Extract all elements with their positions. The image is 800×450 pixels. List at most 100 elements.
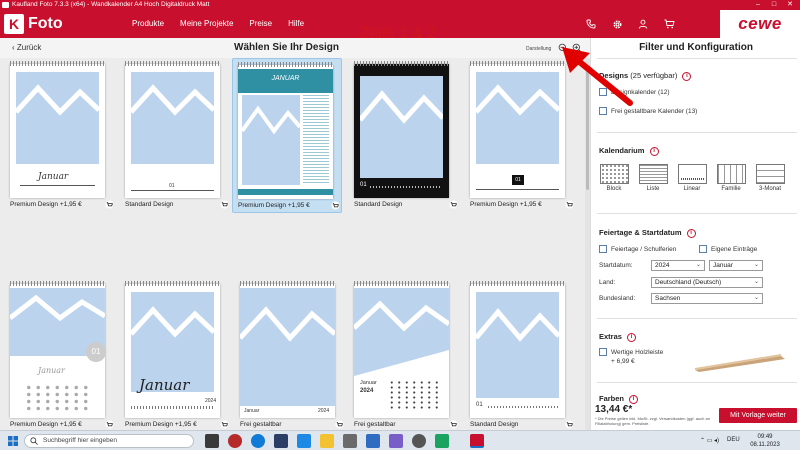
cart-icon[interactable] [663,10,675,38]
zoom-in-icon[interactable] [572,43,582,53]
system-clock[interactable]: 09:49 08.11.2023 [745,433,785,449]
design-thumbnail: Januar 2024 [240,281,335,418]
year-label: 2024 [318,408,330,414]
app-icon[interactable] [435,434,449,448]
checkbox[interactable] [599,348,607,356]
design-card[interactable]: 01 Januar Premium Design +1,95 € [8,280,118,430]
language-indicator[interactable]: DEU [727,437,740,443]
filter-eigene-eintraege[interactable]: Eigene Einträge [699,244,757,254]
app-icon[interactable] [228,434,242,448]
checkbox[interactable] [599,107,607,115]
year-label: 2024 [360,388,374,394]
extras-holzleiste[interactable]: Wertige Holzleiste [599,347,663,357]
brand-logo[interactable]: K Foto [4,13,66,35]
design-card[interactable]: 01 Premium Design +1,95 € [468,60,578,215]
design-card[interactable]: 01 Standard Design [352,60,462,215]
cart-add-icon[interactable] [449,200,458,209]
taskbar-search-input[interactable]: Suchbegriff hier eingeben [24,434,194,448]
design-card-selected[interactable]: JANUAR Premium Design +1,95 € [232,58,342,213]
checkbox[interactable] [599,245,607,253]
extras-heading-text: Extras [599,332,622,341]
cart-add-icon[interactable] [335,420,344,429]
taskview-icon[interactable] [205,434,219,448]
checkbox-label: Feiertage / Schulferien [611,245,677,253]
cart-add-icon[interactable] [220,200,229,209]
gear-icon[interactable] [611,10,623,38]
app-icon[interactable] [297,434,311,448]
start-month-select[interactable]: Januar ⌄ [709,260,763,271]
info-icon[interactable]: i [686,228,696,238]
cart-add-icon[interactable] [565,420,574,429]
land-select[interactable]: Deutschland (Deutsch) ⌄ [651,277,763,288]
info-icon[interactable]: i [629,394,639,404]
filter-frei-gestaltbar[interactable]: Frei gestaltbare Kalender (13) [599,106,697,116]
filter-designkalender[interactable]: Designkalender (12) [599,87,670,97]
bundesland-select[interactable]: Sachsen ⌄ [651,293,763,304]
design-card[interactable]: Januar Premium Design +1,95 € [8,60,118,215]
design-label: Standard Design [354,201,403,208]
calendar-type-3-monat[interactable]: 3-Monat [755,164,785,192]
continue-with-template-button[interactable]: Mit Vorlage weiter [719,408,797,423]
cart-add-icon[interactable] [220,420,229,429]
design-card[interactable]: Januar 2024 Premium Design +1,95 € [123,280,233,430]
filter-feiertage[interactable]: Feiertage / Schulferien [599,244,676,254]
edge-icon[interactable] [251,434,265,448]
list-layout-icon [638,164,668,184]
cart-add-icon[interactable] [105,200,114,209]
month-number: 01 [476,402,483,408]
minimize-button[interactable]: – [752,0,764,10]
design-card[interactable]: 01 Standard Design [468,280,578,430]
windows-start-icon[interactable] [8,436,18,446]
calendar-type-label: Familie [721,186,741,192]
app-icon[interactable] [343,434,357,448]
design-card[interactable]: Januar 2024 Frei gestaltbar [352,280,462,430]
nav-preise[interactable]: Preise [249,10,272,38]
wooden-rail-image [695,354,785,372]
app-icon[interactable] [366,434,380,448]
filter-panel: Filter und Konfiguration Designs (25 ver… [590,38,800,430]
kalendarium-heading: Kalendarium i [599,146,659,156]
maximize-button[interactable]: □ [768,0,780,10]
design-thumbnail: Januar 2024 [354,281,449,418]
user-icon[interactable] [637,10,649,38]
app-icon[interactable] [412,434,426,448]
calendar-type-linear[interactable]: Linear [677,164,707,192]
brand-name: Foto [28,15,63,32]
design-card[interactable]: Januar 2024 Frei gestaltbar [238,280,348,430]
annotation-text: Zeile 1 & 2 [360,25,437,42]
design-card[interactable]: 01 Standard Design [123,60,233,215]
app-icon[interactable] [389,434,403,448]
folder-icon[interactable] [320,434,334,448]
photo-placeholder [240,288,335,406]
back-button[interactable]: ‹ Zurück [12,43,41,52]
start-year-select[interactable]: 2024 ⌄ [651,260,705,271]
startdatum-label: Startdatum: [599,262,633,269]
calendar-type-liste[interactable]: Liste [638,164,668,192]
checkbox[interactable] [699,245,707,253]
nav-produkte[interactable]: Produkte [132,10,164,38]
info-icon[interactable]: i [649,146,659,156]
photo-placeholder [476,72,559,164]
app-icon[interactable] [274,434,288,448]
kaufland-foto-taskbar-icon[interactable] [470,434,484,448]
phone-icon[interactable] [585,10,597,38]
scrollbar-thumb[interactable] [586,70,589,190]
zoom-out-icon[interactable] [558,43,568,53]
calendar-type-familie[interactable]: Familie [716,164,746,192]
cart-add-icon[interactable] [331,201,340,210]
design-label: Premium Design +1,95 € [10,201,82,208]
design-thumbnail: 01 [125,61,220,198]
info-icon[interactable]: i [627,332,637,342]
cart-add-icon[interactable] [105,420,114,429]
month-label: Januar [360,380,377,386]
info-icon[interactable]: i [682,71,692,81]
select-value: 2024 [655,262,670,269]
cart-add-icon[interactable] [565,200,574,209]
tray-icons[interactable]: ⌃ ▭ ◂) [700,437,719,444]
close-button[interactable]: ✕ [784,0,796,10]
checkbox[interactable] [599,88,607,96]
calendar-type-block[interactable]: Block [599,164,629,192]
cart-add-icon[interactable] [449,420,458,429]
nav-meine-projekte[interactable]: Meine Projekte [180,10,233,38]
nav-hilfe[interactable]: Hilfe [288,10,304,38]
